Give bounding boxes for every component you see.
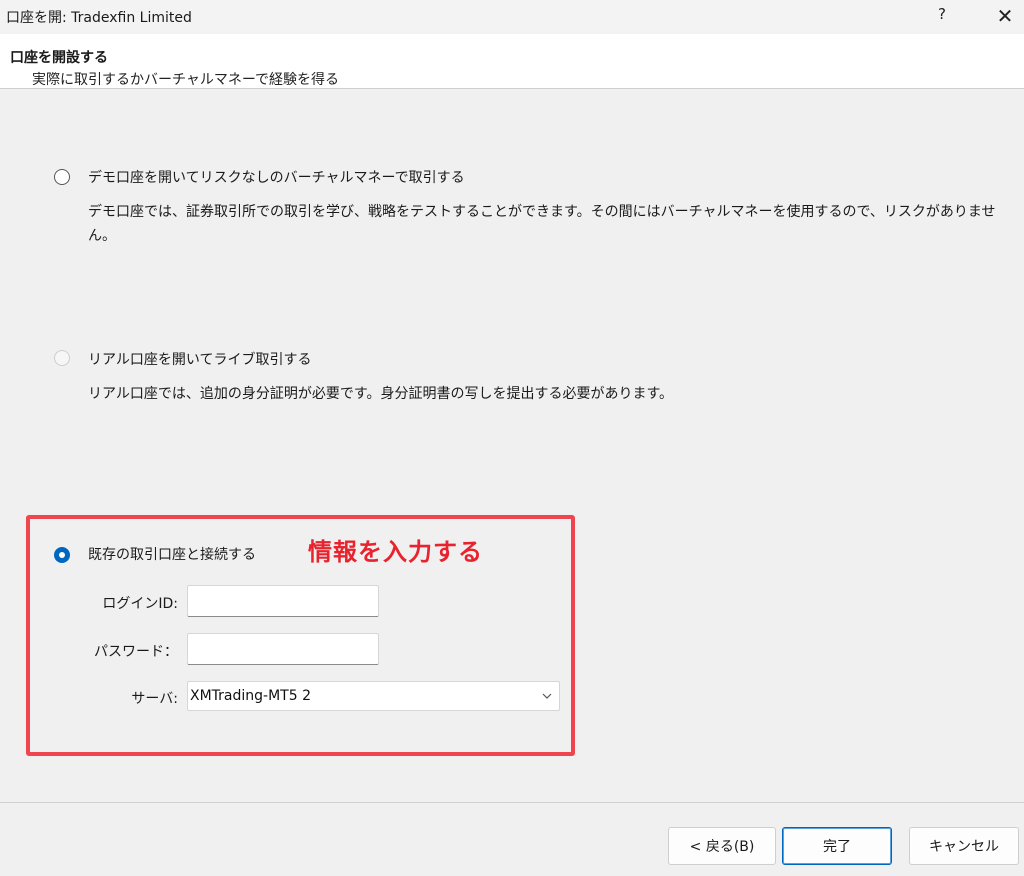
existing-account-radio[interactable] (54, 547, 70, 563)
real-account-description: リアル口座では、追加の身分証明が必要です。身分証明書の写しを提出する必要がありま… (88, 386, 674, 402)
password-input[interactable] (187, 633, 379, 665)
demo-account-radio[interactable] (54, 169, 70, 185)
chevron-down-icon (542, 693, 552, 699)
page-title: 口座を開設する (10, 50, 108, 66)
title-bar: 口座を開: Tradexfin Limited ? ✕ (0, 0, 1024, 34)
footer-divider (0, 802, 1024, 803)
demo-account-description-line2: ん。 (88, 228, 116, 244)
window-title: 口座を開: Tradexfin Limited (6, 10, 192, 26)
finish-button[interactable]: 完了 (782, 827, 892, 865)
wizard-header: 口座を開設する 実際に取引するかバーチャルマネーで経験を得る (0, 34, 1024, 89)
demo-account-label[interactable]: デモ口座を開いてリスクなしのバーチャルマネーで取引する (88, 167, 465, 187)
page-subtitle: 実際に取引するかバーチャルマネーで経験を得る (32, 72, 340, 88)
close-button[interactable]: ✕ (991, 3, 1019, 29)
demo-account-description-line1: デモ口座では、証券取引所での取引を学び、戦略をテストすることができます。その間に… (88, 204, 996, 220)
login-id-input[interactable] (187, 585, 379, 617)
existing-account-label[interactable]: 既存の取引口座と接続する (88, 544, 256, 564)
help-button[interactable]: ? (934, 5, 950, 27)
real-account-label[interactable]: リアル口座を開いてライブ取引する (88, 349, 311, 369)
server-label: サーバ: (131, 691, 178, 707)
server-select[interactable]: XMTrading-MT5 2 (187, 681, 560, 711)
server-select-value: XMTrading-MT5 2 (190, 688, 311, 704)
login-id-label: ログインID: (102, 596, 178, 612)
real-account-radio[interactable] (54, 350, 70, 366)
cancel-button[interactable]: キャンセル (909, 827, 1019, 865)
back-button[interactable]: < 戻る(B) (668, 827, 776, 865)
password-label: パスワード： (94, 644, 178, 660)
annotation-text: 情報を入力する (308, 538, 483, 566)
